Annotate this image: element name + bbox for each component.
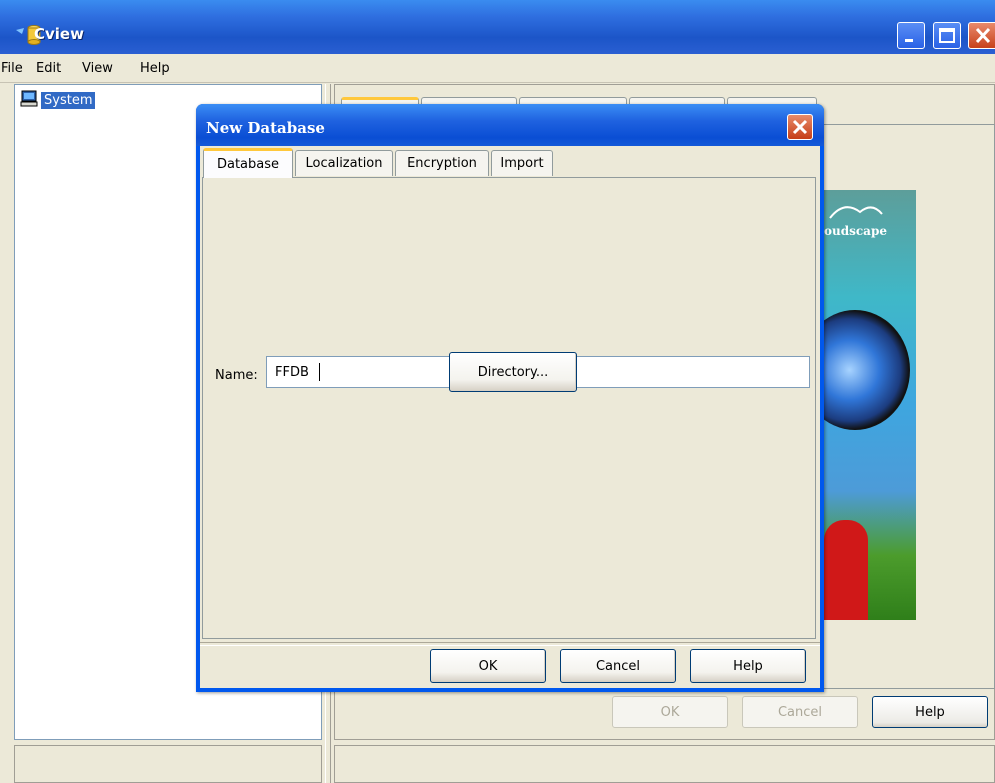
directory-button[interactable]: Directory... [449, 352, 577, 392]
database-tab-panel: Name: Directory... [202, 177, 816, 639]
tab-import[interactable]: Import [491, 150, 553, 176]
minimize-icon [905, 39, 913, 42]
footer-separator [200, 642, 820, 646]
cloud-logo-icon [829, 206, 883, 219]
app-title: Cview [34, 25, 84, 43]
computer-icon [20, 90, 38, 111]
splash-image: oudscape [820, 190, 916, 620]
dialog-body: Database Localization Encryption Import … [200, 146, 820, 688]
close-icon [792, 119, 808, 135]
maximize-button[interactable] [933, 22, 961, 49]
tree-item-label: System [41, 92, 96, 109]
splash-logo-text: oudscape [824, 224, 887, 238]
app-titlebar[interactable]: Cview [0, 0, 995, 54]
menu-view[interactable]: View [82, 61, 113, 76]
tab-encryption[interactable]: Encryption [395, 150, 489, 176]
maximize-icon [939, 28, 955, 43]
right-status-bar [334, 745, 995, 783]
background-ok-button[interactable]: OK [612, 696, 728, 728]
menu-help[interactable]: Help [140, 61, 170, 76]
new-database-dialog: New Database Database Localization Encry… [196, 104, 824, 692]
background-cancel-button[interactable]: Cancel [742, 696, 858, 728]
tab-database[interactable]: Database [203, 148, 293, 178]
dialog-close-button[interactable] [787, 114, 813, 140]
minimize-button[interactable] [897, 22, 925, 49]
menu-file[interactable]: File [1, 61, 23, 76]
dialog-titlebar[interactable]: New Database [196, 104, 824, 146]
close-icon [975, 27, 991, 44]
text-cursor [319, 363, 320, 381]
tab-localization[interactable]: Localization [295, 150, 393, 176]
window-close-button[interactable] [968, 22, 995, 49]
lens-graphic [820, 310, 910, 430]
menu-bar: File Edit View Help [0, 54, 995, 83]
red-shape-graphic [824, 520, 868, 620]
dialog-title: New Database [206, 119, 325, 137]
cancel-button[interactable]: Cancel [560, 649, 676, 683]
menu-edit[interactable]: Edit [36, 61, 61, 76]
ok-button[interactable]: OK [430, 649, 546, 683]
left-status-bar [14, 745, 322, 783]
help-button[interactable]: Help [690, 649, 806, 683]
background-help-button[interactable]: Help [872, 696, 988, 728]
name-label: Name: [215, 368, 258, 383]
tree-item-system[interactable]: System [20, 90, 96, 111]
